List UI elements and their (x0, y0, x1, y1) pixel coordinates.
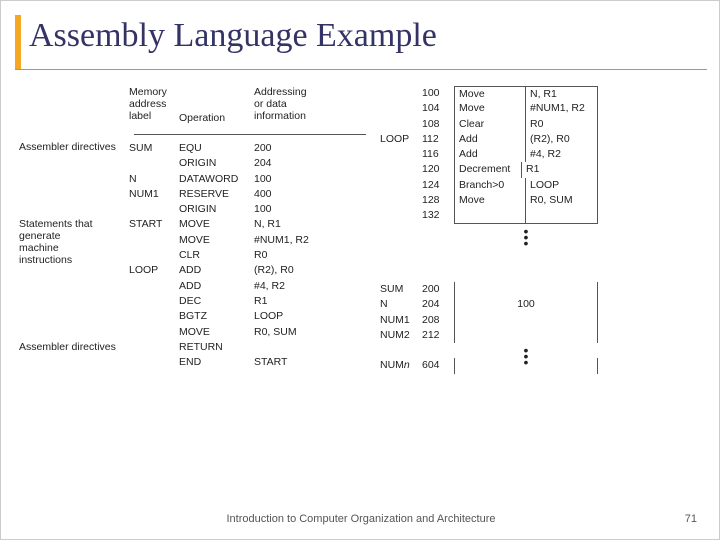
mem-row: 100MoveN, R1 (380, 86, 598, 101)
src-row: ORIGIN100 (19, 202, 344, 217)
code-segment: 100MoveN, R1 104Move#NUM1, R2 108ClearR0… (380, 86, 598, 239)
numn-label: NUMn (380, 359, 410, 371)
header-blank (19, 86, 129, 124)
src-row: MOVER0, SUM (19, 325, 344, 340)
source-rows: Assembler directives Statements that gen… (19, 141, 344, 370)
title-underline (15, 69, 707, 70)
mem-row: N204100 (380, 297, 598, 312)
accent-bar (15, 15, 21, 69)
page-number: 71 (685, 513, 697, 525)
mem-row: 108ClearR0 (380, 117, 598, 132)
mem-row: 116Add#4, R2 (380, 147, 598, 162)
header-memory: Memory address label (129, 86, 179, 124)
mem-row: 132 (380, 208, 598, 223)
mem-row: SUM200 (380, 282, 598, 297)
source-listing: Memory address label Operation Addressin… (19, 86, 369, 127)
label-assembler-directives-1: Assembler directives (19, 141, 127, 153)
data-segment: SUM200 N204100 NUM1208 NUM2212 ••• NUMn … (380, 282, 598, 374)
mem-row: LOOP112Add(R2), R0 (380, 132, 598, 147)
ellipsis-row: ••• (380, 224, 598, 239)
mem-row: 124Branch>0LOOP (380, 178, 598, 193)
ellipsis-row: ••• (380, 343, 598, 358)
src-row: ENDSTART (19, 355, 344, 370)
src-row: DECR1 (19, 294, 344, 309)
header-operation: Operation (179, 86, 254, 124)
mem-row: 120DecrementR1 (380, 162, 598, 177)
mem-row: 104Move#NUM1, R2 (380, 101, 598, 116)
header-rule (134, 134, 366, 135)
src-row: NUM1RESERVE400 (19, 187, 344, 202)
footer-text: Introduction to Computer Organization an… (1, 513, 720, 525)
header-addressing: Addressing or data information (254, 86, 344, 124)
dots-icon: ••• (454, 228, 598, 246)
src-row: BGTZLOOP (19, 309, 344, 324)
label-assembler-directives-2: Assembler directives (19, 341, 127, 353)
mem-row: 128MoveR0, SUM (380, 193, 598, 208)
mem-row: NUM2212 (380, 328, 598, 343)
src-row: ORIGIN204 (19, 156, 344, 171)
source-header-row: Memory address label Operation Addressin… (19, 86, 369, 124)
page-title: Assembly Language Example (29, 17, 437, 55)
label-statements: Statements that generate machine instruc… (19, 218, 127, 266)
src-row: NDATAWORD100 (19, 172, 344, 187)
mem-row: NUMn 604 (380, 358, 598, 373)
mem-row: NUM1208 (380, 313, 598, 328)
src-row: ADD#4, R2 (19, 279, 344, 294)
